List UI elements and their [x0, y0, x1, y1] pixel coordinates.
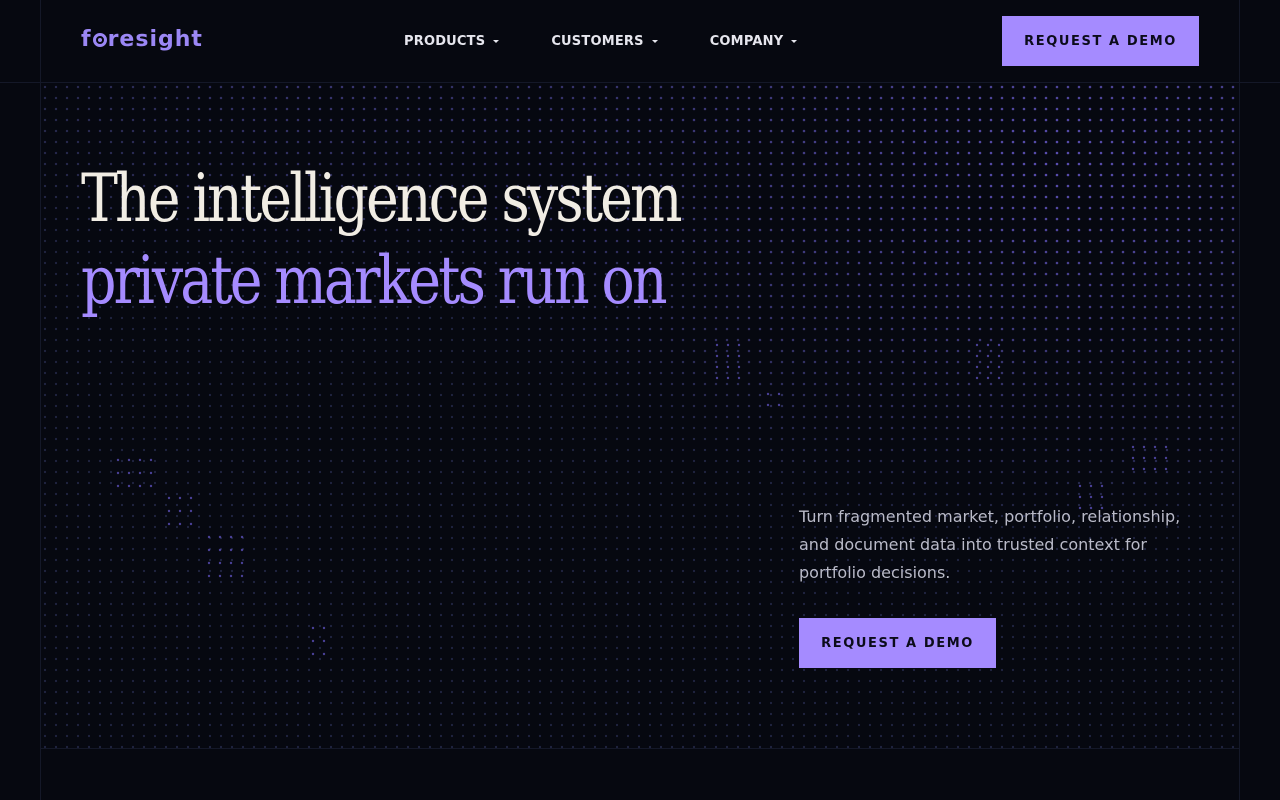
- nav-item-company[interactable]: COMPANY: [710, 30, 798, 52]
- nav-item-label: PRODUCTS: [404, 33, 486, 49]
- logo-text-end: resight: [107, 27, 203, 52]
- nav-item-label: COMPANY: [709, 33, 784, 49]
- hero-description: Turn fragmented market, portfolio, relat…: [799, 507, 1181, 582]
- hero-divider: [40, 748, 1240, 749]
- hero-request-demo-button[interactable]: REQUEST A DEMO: [799, 618, 996, 668]
- header-request-demo-button[interactable]: REQUEST A DEMO: [1002, 16, 1199, 66]
- main-nav: PRODUCTS CUSTOMERS COMPANY: [404, 30, 849, 52]
- logo-text-start: f: [81, 27, 92, 52]
- hero-headline: The intelligence system private markets …: [81, 158, 683, 322]
- foresight-logo[interactable]: f resight: [81, 26, 203, 54]
- caret-down-icon: [791, 40, 798, 43]
- nav-item-label: CUSTOMERS: [551, 33, 644, 49]
- logo-mark-icon: [92, 33, 107, 47]
- nav-item-products[interactable]: PRODUCTS: [404, 30, 500, 52]
- site-header: f resight PRODUCTS CUSTOMERS COMPANY REQU…: [0, 0, 1280, 82]
- hero-headline-line1: The intelligence system: [81, 160, 683, 237]
- caret-down-icon: [493, 40, 500, 43]
- hero-headline-line2: private markets run on: [81, 242, 668, 319]
- caret-down-icon: [651, 40, 658, 43]
- grid-line-right: [1239, 0, 1240, 800]
- page: f resight PRODUCTS CUSTOMERS COMPANY REQU…: [0, 0, 1280, 800]
- nav-item-customers[interactable]: CUSTOMERS: [551, 30, 658, 52]
